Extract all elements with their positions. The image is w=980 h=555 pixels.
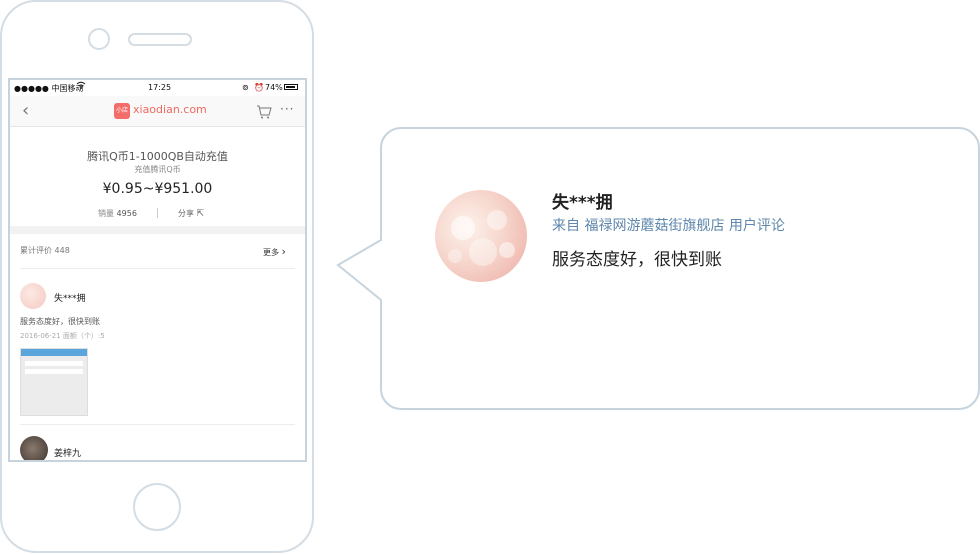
battery-icon (284, 84, 298, 90)
review-spec: 面额（个）:5 (62, 332, 105, 340)
alarm-icon: ⊚ (242, 83, 249, 92)
status-time: 17:25 (148, 83, 172, 92)
avatar (435, 190, 527, 282)
home-button[interactable] (133, 483, 181, 531)
reviewer-name: 失***拥 (54, 294, 86, 304)
more-icon[interactable]: ··· (280, 102, 294, 116)
avatar (20, 283, 46, 309)
logo-text: xiaodian.com (133, 103, 207, 116)
share-button[interactable]: 分享 ⇱ (178, 208, 204, 219)
reviews-more-button[interactable]: 更多 › (263, 245, 286, 258)
status-bar: ●●●●● 中国移动 17:25 ⊚ ⏰ 74% (10, 80, 305, 96)
product-title: 腾讯Q币1-1000QB自动充值 (87, 150, 228, 163)
product-subtitle: 充值腾讯Q币 (134, 165, 181, 174)
wifi-icon (76, 81, 86, 92)
sales-label: 销量 (98, 209, 114, 218)
chevron-right-icon: › (281, 245, 286, 258)
carrier-label: ●●●●● 中国移动 (14, 84, 84, 93)
bubble-reviewer-name: 失***拥 (552, 193, 613, 213)
review-photo[interactable] (20, 348, 88, 416)
battery-percent: 74% (265, 83, 283, 92)
clock-icon: ⏰ (254, 83, 264, 92)
review-date: 2016-06-21 (20, 332, 61, 340)
reviews-more-label: 更多 (263, 248, 279, 257)
reviews-header: 累计评价 448 (20, 245, 70, 256)
nav-bar: ‹ 小店 xiaodian.com ··· (10, 96, 305, 127)
cart-icon[interactable] (256, 104, 272, 119)
share-icon: ⇱ (196, 209, 205, 219)
review-meta: 2016-06-21 面额（个）:5 (20, 331, 105, 341)
phone-screen: ●●●●● 中国移动 17:25 ⊚ ⏰ 74% ‹ 小店 xiaodian.c… (8, 78, 307, 462)
divider (157, 208, 158, 218)
reviewer-name: 姜梓九 (54, 449, 82, 459)
bubble-review-text: 服务态度好，很快到账 (552, 250, 722, 270)
sales-info: 销量 4956 (98, 208, 137, 219)
chevron-left-icon[interactable]: ‹ (22, 102, 29, 120)
reviews-count: 448 (54, 246, 70, 255)
bubble-review-source: 来自 福禄网游蘑菇街旗舰店 用户评论 (552, 218, 785, 234)
reviews-header-label: 累计评价 (20, 246, 52, 255)
product-price: ¥0.95~¥951.00 (102, 181, 213, 197)
sales-count: 4956 (116, 209, 137, 218)
section-gap (10, 226, 305, 234)
earpiece-speaker (128, 33, 192, 46)
review-text: 服务态度好，很快到账 (20, 317, 100, 326)
avatar (20, 436, 48, 460)
logo-badge: 小店 (114, 103, 130, 119)
share-label: 分享 (178, 209, 194, 218)
front-camera (88, 28, 110, 50)
divider (20, 268, 295, 269)
divider (20, 424, 295, 425)
